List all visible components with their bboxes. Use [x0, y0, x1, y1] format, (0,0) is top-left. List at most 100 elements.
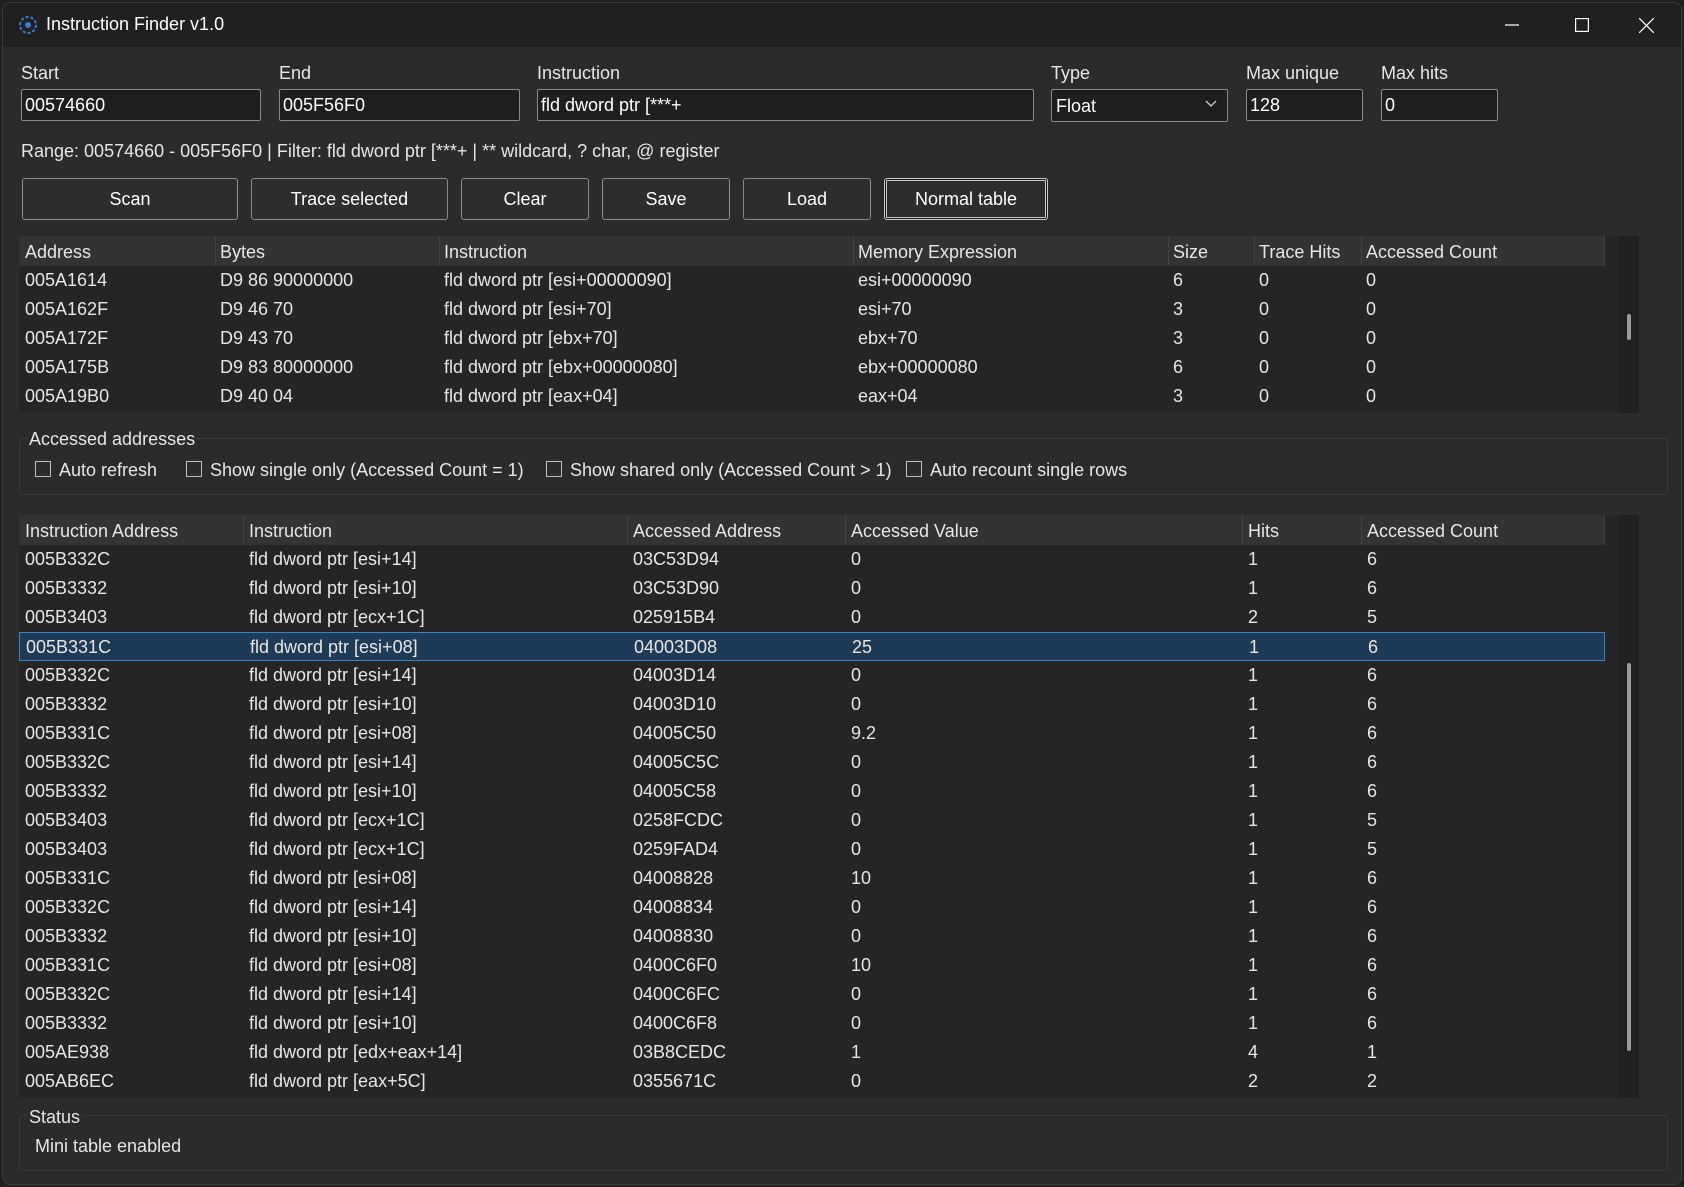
- col-accessed-value[interactable]: Accessed Value: [851, 521, 979, 542]
- load-button[interactable]: Load: [743, 178, 871, 220]
- cell-accessed-value: 0: [851, 781, 862, 801]
- trace-selected-button[interactable]: Trace selected: [251, 178, 448, 220]
- table-row[interactable]: 005A19B0 D9 40 04 fld dword ptr [eax+04] ea…: [19, 382, 1605, 411]
- cell-accessed-address: 0259FAD4: [633, 839, 719, 859]
- cell-instruction-address: 005B3332: [25, 1013, 108, 1033]
- col-instruction[interactable]: Instruction: [249, 521, 332, 542]
- auto-recount-label: Auto recount single rows: [930, 460, 1128, 480]
- chevron-down-icon: [1205, 100, 1217, 107]
- table-row[interactable]: 005B3403 fld dword ptr [ecx+1C] 0258FCDC 0 1…: [19, 806, 1605, 835]
- cell-accessed-count: 6: [1367, 752, 1378, 772]
- results-table[interactable]: Address Bytes Instruction Memory Express…: [19, 236, 1639, 413]
- accessed-scrollbar-thumb[interactable]: [1627, 663, 1631, 1051]
- table-row[interactable]: 005B331C fld dword ptr [esi+08] 04008828 10…: [19, 864, 1605, 893]
- cell-instruction: fld dword ptr [esi+10]: [249, 1013, 417, 1033]
- table-row[interactable]: 005B332C fld dword ptr [esi+14] 04003D14 0 1…: [19, 661, 1605, 690]
- cell-hits: 1: [1248, 723, 1259, 743]
- table-row[interactable]: 005A1614 D9 86 90000000 fld dword ptr [esi…: [19, 266, 1605, 295]
- cell-accessed-count: 6: [1367, 549, 1378, 569]
- col-trace-hits[interactable]: Trace Hits: [1259, 242, 1340, 263]
- table-row[interactable]: 005B3403 fld dword ptr [ecx+1C] 0259FAD4 0 1…: [19, 835, 1605, 864]
- cell-accessed-count: 6: [1367, 1013, 1378, 1033]
- col-accessed-count[interactable]: Accessed Count: [1367, 521, 1498, 542]
- table-row[interactable]: 005B3332 fld dword ptr [esi+10] 04003D10 0 1…: [19, 690, 1605, 719]
- cell-accessed-value: 0: [851, 984, 862, 1004]
- show-shared-only-checkbox[interactable]: Show shared only (Accessed Count > 1): [546, 460, 892, 481]
- col-instruction-address[interactable]: Instruction Address: [25, 521, 178, 542]
- accessed-scrollbar[interactable]: [1619, 515, 1639, 1098]
- cell-instruction: fld dword ptr [ecx+1C]: [249, 839, 425, 859]
- cell-accessed-value: 0: [851, 607, 862, 627]
- cell-accessed-address: 04008828: [633, 868, 714, 888]
- cell-instruction: fld dword ptr [esi+08]: [249, 955, 417, 975]
- results-scrollbar-thumb[interactable]: [1627, 314, 1631, 340]
- start-input[interactable]: [21, 89, 261, 121]
- table-row[interactable]: 005B3403 fld dword ptr [ecx+1C] 025915B4 0 2…: [19, 603, 1605, 632]
- col-size[interactable]: Size: [1173, 242, 1208, 263]
- max-unique-input[interactable]: [1246, 89, 1363, 121]
- app-logo-icon: [19, 16, 37, 34]
- results-scrollbar[interactable]: [1619, 236, 1639, 413]
- maximize-button[interactable]: [1547, 3, 1617, 47]
- cell-instruction: fld dword ptr [esi+10]: [249, 781, 417, 801]
- normal-table-button[interactable]: Normal table: [884, 178, 1048, 220]
- title-bar[interactable]: Instruction Finder v1.0: [3, 3, 1681, 47]
- cell-size: 6: [1173, 357, 1184, 377]
- scan-button[interactable]: Scan: [22, 178, 238, 220]
- cell-instruction-address: 005B3332: [25, 926, 108, 946]
- cell-instruction-address: 005B331C: [26, 637, 112, 657]
- table-row[interactable]: 005B331C fld dword ptr [esi+08] 04005C50 9.…: [19, 719, 1605, 748]
- instruction-input[interactable]: [537, 89, 1034, 121]
- accessed-table-header: Instruction Address Instruction Accessed…: [19, 515, 1605, 545]
- col-instruction[interactable]: Instruction: [444, 242, 527, 263]
- accessed-addresses-title: Accessed addresses: [27, 429, 198, 450]
- table-row-selected[interactable]: 005B331C fld dword ptr [esi+08] 04003D08 25…: [19, 632, 1605, 661]
- cell-accessed-value: 0: [851, 1071, 862, 1091]
- end-input[interactable]: [279, 89, 520, 121]
- table-row[interactable]: 005AE938 fld dword ptr [edx+eax+14] 03B8CE…: [19, 1038, 1605, 1067]
- range-filter-info: Range: 00574660 - 005F56F0 | Filter: fld…: [21, 141, 720, 161]
- auto-refresh-checkbox[interactable]: Auto refresh: [35, 460, 157, 481]
- col-bytes[interactable]: Bytes: [220, 242, 265, 263]
- cell-hits: 1: [1248, 839, 1259, 859]
- table-row[interactable]: 005B332C fld dword ptr [esi+14] 04008834 0 1…: [19, 893, 1605, 922]
- cell-instruction: fld dword ptr [esi+70]: [444, 299, 612, 319]
- cell-memory-expression: esi+70: [858, 299, 912, 319]
- minimize-button[interactable]: [1477, 3, 1547, 47]
- table-row[interactable]: 005B331C fld dword ptr [esi+08] 0400C6F0 10…: [19, 951, 1605, 980]
- cell-trace-hits: 0: [1259, 357, 1270, 377]
- table-row[interactable]: 005B332C fld dword ptr [esi+14] 03C53D94 0 1…: [19, 545, 1605, 574]
- auto-recount-checkbox[interactable]: Auto recount single rows: [906, 460, 1127, 481]
- save-button[interactable]: Save: [602, 178, 730, 220]
- table-row[interactable]: 005B3332 fld dword ptr [esi+10] 03C53D90 0 1…: [19, 574, 1605, 603]
- type-select[interactable]: Float: [1051, 89, 1228, 122]
- cell-instruction-address: 005B331C: [25, 955, 111, 975]
- cell-hits: 1: [1248, 694, 1259, 714]
- accessed-table[interactable]: Instruction Address Instruction Accessed…: [19, 515, 1639, 1098]
- table-row[interactable]: 005B3332 fld dword ptr [esi+10] 04005C58 0 1…: [19, 777, 1605, 806]
- table-row[interactable]: 005A162F D9 46 70 fld dword ptr [esi+70] es…: [19, 295, 1605, 324]
- cell-instruction: fld dword ptr [esi+08]: [250, 637, 418, 657]
- cell-instruction-address: 005B3403: [25, 607, 108, 627]
- checkbox-box: [35, 460, 51, 477]
- show-single-only-checkbox[interactable]: Show single only (Accessed Count = 1): [186, 460, 524, 481]
- table-row[interactable]: 005B332C fld dword ptr [esi+14] 0400C6FC 0 1…: [19, 980, 1605, 1009]
- cell-accessed-count: 6: [1367, 868, 1378, 888]
- table-row[interactable]: 005AB6EC fld dword ptr [eax+5C] 0355671C 0 2…: [19, 1067, 1605, 1096]
- max-hits-input[interactable]: [1381, 89, 1498, 121]
- col-hits[interactable]: Hits: [1248, 521, 1279, 542]
- close-button[interactable]: [1611, 3, 1681, 47]
- table-row[interactable]: 005B3332 fld dword ptr [esi+10] 0400C6F8 0 1…: [19, 1009, 1605, 1038]
- col-accessed-address[interactable]: Accessed Address: [633, 521, 781, 542]
- table-row[interactable]: 005B332C fld dword ptr [esi+14] 04005C5C 0 1…: [19, 748, 1605, 777]
- col-address[interactable]: Address: [25, 242, 91, 263]
- clear-button[interactable]: Clear: [461, 178, 589, 220]
- cell-instruction: fld dword ptr [esi+08]: [249, 868, 417, 888]
- table-row[interactable]: 005A175B D9 83 80000000 fld dword ptr [ebx…: [19, 353, 1605, 382]
- table-row[interactable]: 005A172F D9 43 70 fld dword ptr [ebx+70] eb…: [19, 324, 1605, 353]
- col-memory-expression[interactable]: Memory Expression: [858, 242, 1017, 263]
- cell-bytes: D9 40 04: [220, 386, 294, 406]
- table-row[interactable]: 005B3332 fld dword ptr [esi+10] 04008830 0 1…: [19, 922, 1605, 951]
- col-accessed-count[interactable]: Accessed Count: [1366, 242, 1497, 263]
- cell-accessed-address: 04003D08: [634, 637, 718, 657]
